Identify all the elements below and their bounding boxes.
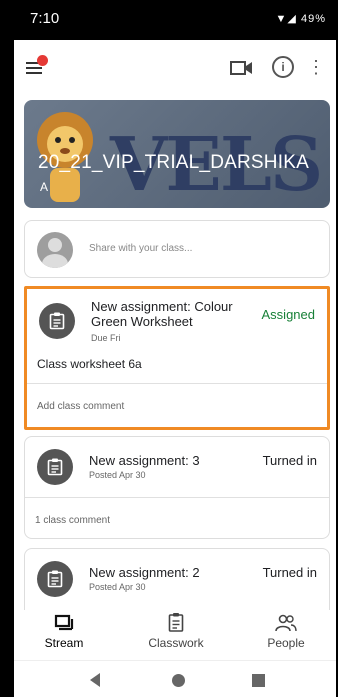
phone-screen: 7:10 ▼◢ 49% i ⋮ VELS 20_21_VIP_TRIAL_DAR… xyxy=(14,0,336,697)
tab-label: People xyxy=(267,636,305,650)
more-vert-icon[interactable]: ⋮ xyxy=(307,56,325,78)
stream-icon xyxy=(24,610,104,632)
card-divider xyxy=(27,383,327,384)
assignment-status: Assigned xyxy=(261,307,315,322)
notification-dot xyxy=(37,55,48,66)
status-time: 7:10 xyxy=(30,10,60,27)
signal-icon: ▼◢ xyxy=(275,13,297,25)
tab-stream[interactable]: Stream xyxy=(24,610,104,650)
share-with-class-box[interactable]: Share with your class... xyxy=(24,220,330,278)
status-icons: ▼◢ 49% xyxy=(276,12,326,25)
bottom-navigation: Stream Classwork People xyxy=(14,610,336,658)
classwork-icon xyxy=(136,610,216,632)
class-section: A xyxy=(40,180,49,194)
menu-icon[interactable] xyxy=(26,55,48,76)
status-bar: 7:10 ▼◢ 49% xyxy=(14,0,336,40)
assignment-posted: Posted Apr 30 xyxy=(89,470,146,480)
video-icon[interactable] xyxy=(230,58,254,78)
battery-level: 49% xyxy=(300,13,326,25)
system-navigation-bar xyxy=(14,660,336,697)
home-icon[interactable] xyxy=(172,674,185,687)
share-placeholder: Share with your class... xyxy=(89,243,193,254)
assignment-status: Turned in xyxy=(262,565,317,580)
tab-label: Stream xyxy=(44,636,84,650)
back-icon[interactable] xyxy=(90,673,100,687)
class-banner: VELS 20_21_VIP_TRIAL_DARSHIKA A xyxy=(24,100,330,208)
stream-card[interactable]: New assignment: Colour Green Worksheet D… xyxy=(24,286,330,430)
assignment-status: Turned in xyxy=(262,453,317,468)
stream-card[interactable]: New assignment: 3 Posted Apr 30 Turned i… xyxy=(24,436,330,539)
assignment-title: New assignment: Colour Green Worksheet xyxy=(91,299,233,329)
tab-people[interactable]: People xyxy=(246,610,326,650)
assignment-icon xyxy=(39,303,75,339)
info-icon[interactable]: i xyxy=(272,56,294,78)
class-title[interactable]: 20_21_VIP_TRIAL_DARSHIKA xyxy=(38,152,309,174)
assignment-icon xyxy=(37,449,73,485)
assignment-title: New assignment: 3 xyxy=(89,453,200,468)
people-icon xyxy=(246,610,326,632)
class-comment-count[interactable]: 1 class comment xyxy=(35,515,110,526)
assignment-description: Class worksheet 6a xyxy=(37,357,142,371)
assignment-icon xyxy=(37,561,73,597)
assignment-due: Due Fri xyxy=(91,333,121,343)
tab-classwork[interactable]: Classwork xyxy=(136,610,216,650)
assignment-posted: Posted Apr 30 xyxy=(89,582,146,592)
card-divider xyxy=(25,497,329,498)
user-avatar xyxy=(37,232,73,268)
app-bar: i ⋮ xyxy=(14,40,336,96)
add-class-comment[interactable]: Add class comment xyxy=(37,401,124,412)
recents-icon[interactable] xyxy=(252,674,265,687)
assignment-title: New assignment: 2 xyxy=(89,565,200,580)
tab-label: Classwork xyxy=(148,636,204,650)
